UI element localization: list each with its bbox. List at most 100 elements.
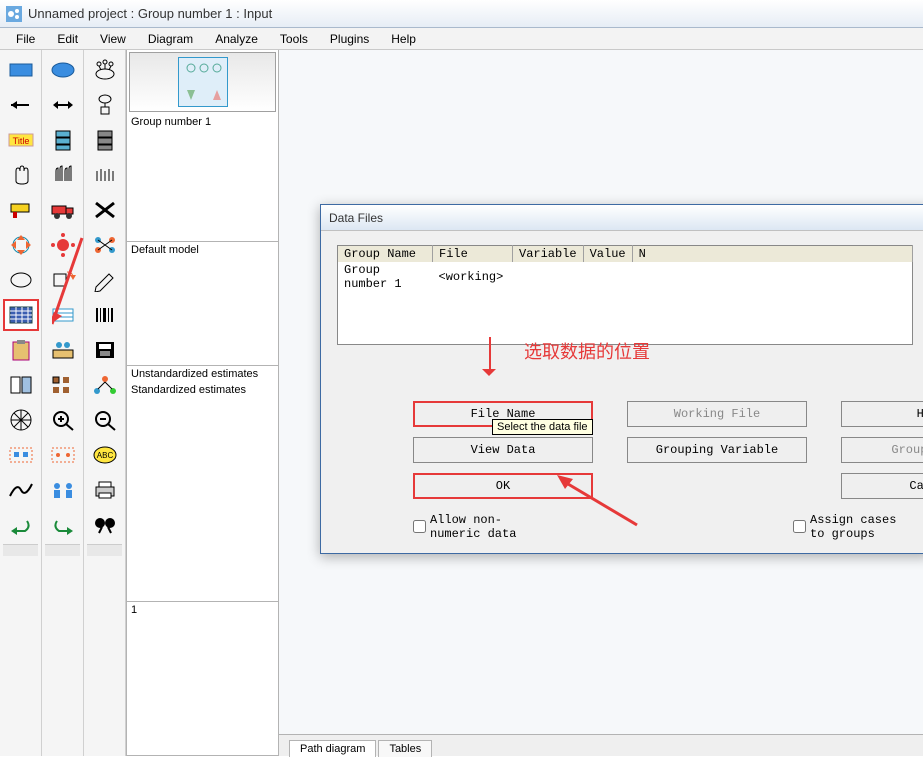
col-value[interactable]: Value xyxy=(583,246,632,263)
people-tool[interactable] xyxy=(45,474,81,506)
estimates-panel: Unstandardized estimates Standardized es… xyxy=(127,366,278,602)
ellipse-small-tool[interactable] xyxy=(3,264,39,296)
svg-text:ABC: ABC xyxy=(97,451,114,460)
rotate-tool[interactable] xyxy=(3,229,39,261)
dialog-title: Data Files xyxy=(329,211,383,225)
menu-tools[interactable]: Tools xyxy=(270,30,318,48)
tooltip: Select the data file xyxy=(492,419,593,435)
curve-tool[interactable] xyxy=(3,474,39,506)
tab-tables[interactable]: Tables xyxy=(378,740,432,757)
truck-tool[interactable] xyxy=(45,194,81,226)
allow-nonnumeric-checkbox[interactable]: Allow non-numeric data xyxy=(413,513,533,541)
data-files-dialog: Data Files Group Name File Variable Valu… xyxy=(320,204,923,554)
menu-plugins[interactable]: Plugins xyxy=(320,30,379,48)
hand-tool[interactable] xyxy=(3,159,39,191)
help-button[interactable]: Help xyxy=(841,401,923,427)
network-tool[interactable] xyxy=(87,369,123,401)
groups-panel: Group number 1 xyxy=(127,114,278,242)
pencil-tool[interactable] xyxy=(87,264,123,296)
latent-tool[interactable] xyxy=(87,54,123,86)
toolbar-col-2 xyxy=(42,50,84,756)
col-group[interactable]: Group Name xyxy=(338,246,433,263)
server-rack-tool[interactable] xyxy=(87,124,123,156)
redo-tool[interactable] xyxy=(45,509,81,541)
hand-triple-tool[interactable] xyxy=(87,159,123,191)
message-item: 1 xyxy=(127,602,278,618)
menu-view[interactable]: View xyxy=(90,30,136,48)
menu-bar: File Edit View Diagram Analyze Tools Plu… xyxy=(0,28,923,50)
model-item[interactable]: Default model xyxy=(127,242,278,258)
menu-help[interactable]: Help xyxy=(381,30,426,48)
panels-column: Group number 1 Default model Unstandardi… xyxy=(127,50,279,756)
toolbars: Title xyxy=(0,50,127,756)
title-tool[interactable]: Title xyxy=(3,124,39,156)
grouping-variable-button[interactable]: Grouping Variable xyxy=(627,437,807,463)
assign-cases-input[interactable] xyxy=(793,520,806,533)
undo-tool[interactable] xyxy=(3,509,39,541)
message-panel: 1 xyxy=(127,602,278,756)
boxes-tool[interactable] xyxy=(45,369,81,401)
app-icon xyxy=(6,6,22,22)
cancel-button[interactable]: Cancel xyxy=(841,473,923,499)
toolbar-col-1: Title xyxy=(0,50,42,756)
menu-analyze[interactable]: Analyze xyxy=(205,30,268,48)
toolbar-col-3: ABC xyxy=(84,50,126,756)
properties-tool[interactable] xyxy=(3,369,39,401)
barcode-tool[interactable] xyxy=(87,299,123,331)
cell-group: Group number 1 xyxy=(338,262,433,292)
annotation-arrow-head xyxy=(487,337,493,381)
allow-nonnumeric-input[interactable] xyxy=(413,520,426,533)
search-tool[interactable] xyxy=(87,509,123,541)
server-tool[interactable] xyxy=(45,124,81,156)
connector-tool[interactable] xyxy=(87,229,123,261)
dialog-title-bar[interactable]: Data Files xyxy=(321,205,923,231)
print-tool[interactable] xyxy=(87,474,123,506)
zoom-in-tool[interactable] xyxy=(45,404,81,436)
range-tool[interactable] xyxy=(45,439,81,471)
menu-edit[interactable]: Edit xyxy=(47,30,88,48)
indicator-tool[interactable] xyxy=(87,89,123,121)
table-row[interactable]: Group number 1 <working> xyxy=(338,262,913,292)
abc-tool[interactable]: ABC xyxy=(87,439,123,471)
group-value-button[interactable]: Group Value xyxy=(841,437,923,463)
group-item[interactable]: Group number 1 xyxy=(127,114,278,130)
annotation-label: 选取数据的位置 xyxy=(524,338,650,364)
std-estimates-item[interactable]: Standardized estimates xyxy=(127,382,278,398)
rotate-diagram-tool[interactable] xyxy=(45,264,81,296)
delete-tool[interactable] xyxy=(87,194,123,226)
zoom-out-tool[interactable] xyxy=(87,404,123,436)
paint-tool[interactable] xyxy=(3,194,39,226)
tab-path-diagram[interactable]: Path diagram xyxy=(289,740,376,757)
arrow-left-tool[interactable] xyxy=(3,89,39,121)
cell-file: <working> xyxy=(433,262,913,292)
menu-file[interactable]: File xyxy=(6,30,45,48)
ok-button[interactable]: OK xyxy=(413,473,593,499)
models-panel: Default model xyxy=(127,242,278,366)
window-title: Unnamed project : Group number 1 : Input xyxy=(28,6,272,21)
hand-pair-tool[interactable] xyxy=(45,159,81,191)
menu-diagram[interactable]: Diagram xyxy=(138,30,203,48)
col-file[interactable]: File xyxy=(433,246,513,263)
save-tool[interactable] xyxy=(87,334,123,366)
working-file-button[interactable]: Working File xyxy=(627,401,807,427)
svg-text:Title: Title xyxy=(13,136,30,146)
preview-panel[interactable] xyxy=(129,52,276,112)
sun-tool[interactable] xyxy=(45,229,81,261)
col-variable[interactable]: Variable xyxy=(513,246,584,263)
title-bar: Unnamed project : Group number 1 : Input xyxy=(0,0,923,28)
grid-tool[interactable] xyxy=(3,404,39,436)
clipboard-tool[interactable] xyxy=(3,334,39,366)
data-table-tool[interactable] xyxy=(3,299,39,331)
tab-strip: Path diagram Tables xyxy=(279,734,923,756)
rectangle-tool[interactable] xyxy=(3,54,39,86)
view-data-button[interactable]: View Data xyxy=(413,437,593,463)
select-all-tool[interactable] xyxy=(3,439,39,471)
col-n[interactable]: N xyxy=(632,246,912,263)
table-small-tool[interactable] xyxy=(45,299,81,331)
ellipse-tool[interactable] xyxy=(45,54,81,86)
assign-cases-checkbox[interactable]: Assign cases to groups xyxy=(793,513,913,541)
table-group-tool[interactable] xyxy=(45,334,81,366)
unstd-estimates-item[interactable]: Unstandardized estimates xyxy=(127,366,278,382)
data-files-table[interactable]: Group Name File Variable Value N Group n… xyxy=(337,245,913,345)
arrow-both-tool[interactable] xyxy=(45,89,81,121)
